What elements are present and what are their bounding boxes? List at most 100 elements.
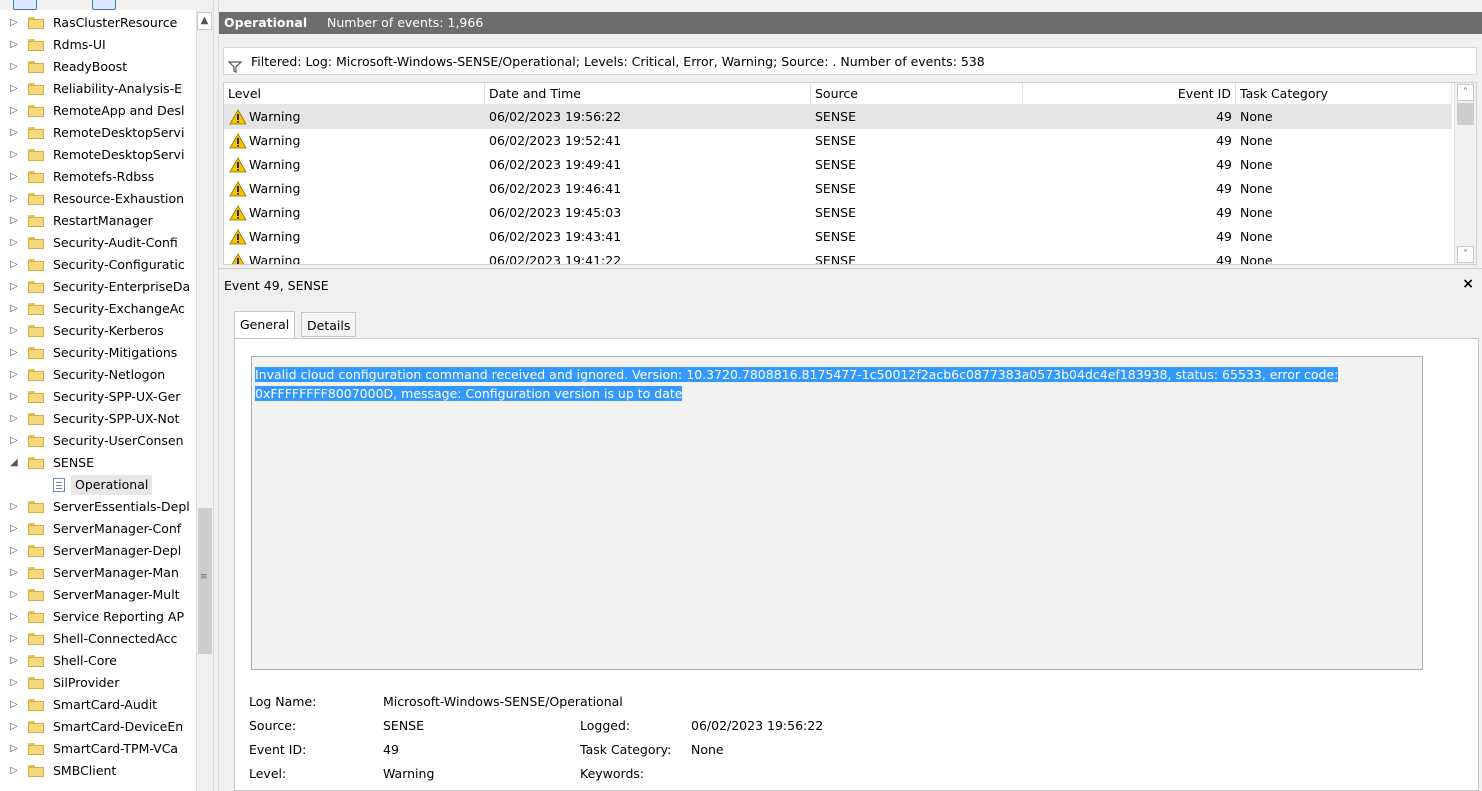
table-row[interactable]: Warning 06/02/2023 19:56:22 SENSE 49 None — [224, 105, 1452, 129]
expand-arrow-icon[interactable]: ▷ — [10, 254, 22, 276]
tree-folder-item[interactable]: ▷ ServerManager-Depl — [0, 540, 196, 562]
expand-arrow-icon[interactable]: ▷ — [10, 12, 22, 34]
expand-arrow-icon[interactable]: ▷ — [10, 232, 22, 254]
event-message[interactable]: Invalid cloud configuration command rece… — [255, 365, 1395, 403]
col-header-source[interactable]: Source — [811, 83, 1023, 105]
expand-arrow-icon[interactable]: ▷ — [10, 276, 22, 298]
tree-scrollbar[interactable]: ▲ ≡ — [196, 10, 213, 791]
tree-folder-item[interactable]: ▷ Security-Kerberos — [0, 320, 196, 342]
tab-general[interactable]: General — [234, 311, 296, 339]
expand-arrow-icon[interactable]: ▷ — [10, 606, 22, 628]
expand-arrow-icon[interactable]: ▷ — [10, 628, 22, 650]
tab-details[interactable]: Details — [301, 312, 357, 337]
tree-folder-item[interactable]: ▷ RestartManager — [0, 210, 196, 232]
table-row[interactable]: Warning 06/02/2023 19:49:41 SENSE 49 None — [224, 153, 1452, 177]
collapse-arrow-icon[interactable]: ◢ — [10, 452, 22, 474]
expand-arrow-icon[interactable]: ▷ — [10, 584, 22, 606]
tree-folder-item[interactable]: ▷ ServerManager-Man — [0, 562, 196, 584]
tree-folder-item[interactable]: ▷ Shell-ConnectedAcc — [0, 628, 196, 650]
tree-folder-item[interactable]: ▷ ServerManager-Mult — [0, 584, 196, 606]
expand-arrow-icon[interactable]: ▷ — [10, 188, 22, 210]
tree-folder-item[interactable]: ▷ ReadyBoost — [0, 56, 196, 78]
expand-arrow-icon[interactable]: ▷ — [10, 518, 22, 540]
tree-folder-item[interactable]: ▷ Security-EnterpriseDa — [0, 276, 196, 298]
expand-arrow-icon[interactable]: ▷ — [10, 694, 22, 716]
toolbar-button[interactable] — [92, 0, 116, 10]
col-header-level[interactable]: Level — [224, 83, 485, 105]
tree-folder-item[interactable]: ▷ SmartCard-TPM-VCa — [0, 738, 196, 760]
expand-arrow-icon[interactable]: ▷ — [10, 650, 22, 672]
tree-item-label: Rdms-UI — [53, 37, 106, 52]
expand-arrow-icon[interactable]: ▷ — [10, 364, 22, 386]
tree-folder-item[interactable]: ▷ RasClusterResource — [0, 12, 196, 34]
tree-folder-item[interactable]: ▷ ServerEssentials-Depl — [0, 496, 196, 518]
expand-arrow-icon[interactable]: ▷ — [10, 342, 22, 364]
expand-arrow-icon[interactable]: ▷ — [10, 320, 22, 342]
toolbar-button[interactable] — [13, 0, 37, 10]
tree-folder-item[interactable]: ▷ Security-Netlogon — [0, 364, 196, 386]
tree-folder-item[interactable]: ▷ Security-SPP-UX-Not — [0, 408, 196, 430]
tree-folder-item[interactable]: ▷ Service Reporting AP — [0, 606, 196, 628]
table-row[interactable]: Warning 06/02/2023 19:43:41 SENSE 49 None — [224, 225, 1452, 249]
tree-folder-item[interactable]: ▷ Security-Mitigations — [0, 342, 196, 364]
table-row[interactable]: Warning 06/02/2023 19:41:22 SENSE 49 None — [224, 249, 1452, 264]
folder-icon — [28, 523, 44, 535]
task-category-label: Task Category: — [580, 742, 672, 757]
expand-arrow-icon[interactable]: ▷ — [10, 496, 22, 518]
col-header-date[interactable]: Date and Time — [485, 83, 811, 105]
tree-folder-item[interactable]: ▷ RemoteApp and Desl — [0, 100, 196, 122]
tree-folder-item[interactable]: ▷ ServerManager-Conf — [0, 518, 196, 540]
tree-folder-item[interactable]: ▷ RemoteDesktopServi — [0, 122, 196, 144]
event-message-box[interactable]: Invalid cloud configuration command rece… — [251, 356, 1423, 670]
logged-label: Logged: — [580, 718, 631, 733]
table-row[interactable]: Warning 06/02/2023 19:45:03 SENSE 49 None — [224, 201, 1452, 225]
expand-arrow-icon[interactable]: ▷ — [10, 100, 22, 122]
expand-arrow-icon[interactable]: ▷ — [10, 34, 22, 56]
tree-folder-item[interactable]: ▷ Security-UserConsen — [0, 430, 196, 452]
expand-arrow-icon[interactable]: ▷ — [10, 540, 22, 562]
tree-item-label: ServerEssentials-Depl — [53, 499, 190, 514]
tree-folder-item[interactable]: ▷ SilProvider — [0, 672, 196, 694]
expand-arrow-icon[interactable]: ▷ — [10, 760, 22, 782]
tree-folder-item[interactable]: ▷ SmartCard-DeviceEn — [0, 716, 196, 738]
tree-folder-item[interactable]: ▷ Remotefs-Rdbss — [0, 166, 196, 188]
tree-folder-item[interactable]: ▷ Shell-Core — [0, 650, 196, 672]
tree-folder-item[interactable]: ▷ Resource-Exhaustion — [0, 188, 196, 210]
tree-folder-item[interactable]: ▷ SmartCard-Audit — [0, 694, 196, 716]
expand-arrow-icon[interactable]: ▷ — [10, 562, 22, 584]
tree-folder-item[interactable]: ▷ Security-ExchangeAc — [0, 298, 196, 320]
scroll-thumb[interactable] — [1457, 103, 1474, 125]
expand-arrow-icon[interactable]: ▷ — [10, 210, 22, 232]
expand-arrow-icon[interactable]: ▷ — [10, 716, 22, 738]
tree-folder-item[interactable]: ▷ Security-Configuratic — [0, 254, 196, 276]
tree-folder-item[interactable]: ▷ Rdms-UI — [0, 34, 196, 56]
expand-arrow-icon[interactable]: ▷ — [10, 166, 22, 188]
expand-arrow-icon[interactable]: ▷ — [10, 122, 22, 144]
tree-folder-item[interactable]: ▷ Security-Audit-Confi — [0, 232, 196, 254]
scroll-down-icon[interactable]: ˅ — [1457, 246, 1474, 263]
tree-folder-item[interactable]: ▷ SMBClient — [0, 760, 196, 782]
tree-folder-item[interactable]: ▷ Reliability-Analysis-E — [0, 78, 196, 100]
col-header-task-category[interactable]: Task Category — [1236, 83, 1452, 105]
tree-folder-item[interactable]: ◢ SENSE — [0, 452, 196, 474]
grid-scrollbar[interactable]: ˄ ˅ — [1454, 83, 1476, 264]
scroll-up-icon[interactable]: ˄ — [1457, 84, 1474, 101]
tree-folder-item[interactable]: ▷ Security-SPP-UX-Ger — [0, 386, 196, 408]
tree-folder-item[interactable]: ▷ RemoteDesktopServi — [0, 144, 196, 166]
expand-arrow-icon[interactable]: ▷ — [10, 56, 22, 78]
close-icon[interactable]: × — [1462, 276, 1474, 292]
table-row[interactable]: Warning 06/02/2023 19:46:41 SENSE 49 None — [224, 177, 1452, 201]
log-icon — [53, 478, 65, 492]
expand-arrow-icon[interactable]: ▷ — [10, 430, 22, 452]
expand-arrow-icon[interactable]: ▷ — [10, 298, 22, 320]
tree-log-item[interactable]: Operational — [0, 474, 196, 496]
expand-arrow-icon[interactable]: ▷ — [10, 144, 22, 166]
scroll-up-icon[interactable]: ▲ — [197, 12, 212, 30]
expand-arrow-icon[interactable]: ▷ — [10, 738, 22, 760]
table-row[interactable]: Warning 06/02/2023 19:52:41 SENSE 49 None — [224, 129, 1452, 153]
col-header-event-id[interactable]: Event ID — [1023, 83, 1236, 105]
expand-arrow-icon[interactable]: ▷ — [10, 78, 22, 100]
expand-arrow-icon[interactable]: ▷ — [10, 386, 22, 408]
expand-arrow-icon[interactable]: ▷ — [10, 408, 22, 430]
expand-arrow-icon[interactable]: ▷ — [10, 672, 22, 694]
